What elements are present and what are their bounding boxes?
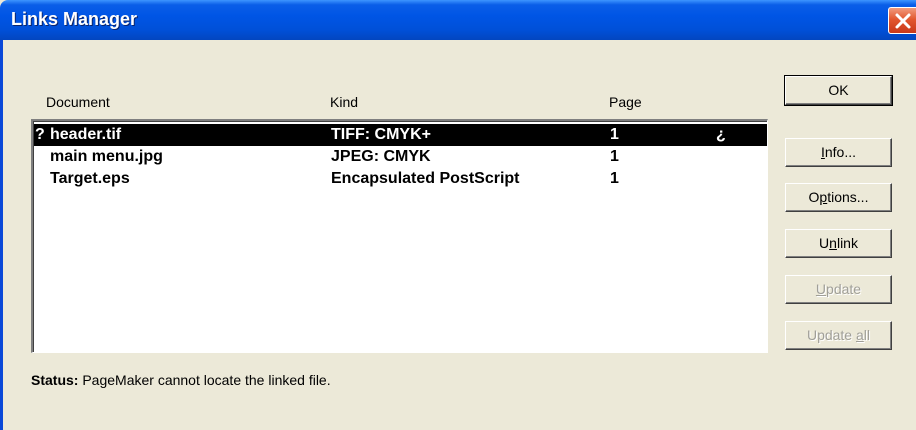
status-line: Status: PageMaker cannot locate the link… bbox=[31, 372, 331, 388]
status-message: PageMaker cannot locate the linked file. bbox=[82, 372, 331, 388]
update-button-mnemonic: U bbox=[815, 281, 827, 297]
unlink-button-label: link bbox=[836, 235, 858, 251]
close-button[interactable] bbox=[888, 7, 916, 34]
document-page: 1 bbox=[610, 170, 619, 187]
update-button-label: pdate bbox=[826, 281, 862, 297]
column-header-kind: Kind bbox=[330, 94, 359, 110]
document-kind: TIFF: CMYK+ bbox=[331, 126, 431, 143]
status-label: Status: bbox=[31, 372, 79, 388]
options-button-label-start: O bbox=[808, 189, 820, 205]
list-item[interactable]: main menu.jpg JPEG: CMYK 1 bbox=[34, 146, 767, 168]
title-bar[interactable]: Links Manager bbox=[0, 0, 916, 40]
info-button-label: nfo... bbox=[824, 144, 857, 160]
list-item[interactable]: Target.eps Encapsulated PostScript 1 bbox=[34, 168, 767, 190]
link-status-mark: ¿ bbox=[716, 126, 726, 143]
update-button[interactable]: Update bbox=[785, 275, 892, 304]
links-list[interactable]: ? header.tif TIFF: CMYK+ 1 ¿ main menu.j… bbox=[31, 119, 768, 353]
update-all-button[interactable]: Update all bbox=[785, 321, 892, 350]
document-page: 1 bbox=[610, 126, 619, 143]
options-button-label: tions... bbox=[827, 189, 869, 205]
unlink-button-mnemonic: n bbox=[829, 235, 837, 251]
column-header-page: Page bbox=[609, 94, 642, 110]
document-kind: JPEG: CMYK bbox=[331, 148, 431, 165]
ok-button-label: OK bbox=[828, 82, 849, 98]
list-item[interactable]: ? header.tif TIFF: CMYK+ 1 ¿ bbox=[34, 124, 767, 146]
update-all-button-label: ll bbox=[863, 327, 871, 343]
unlink-button-label-start: U bbox=[819, 235, 830, 251]
document-kind: Encapsulated PostScript bbox=[331, 170, 520, 187]
document-name: Target.eps bbox=[50, 170, 130, 187]
column-header-document: Document bbox=[46, 94, 110, 110]
unlink-button[interactable]: Unlink bbox=[785, 229, 892, 258]
update-all-button-mnemonic: a bbox=[856, 327, 864, 343]
missing-link-flag: ? bbox=[35, 126, 45, 143]
info-button[interactable]: Info... bbox=[785, 138, 892, 167]
ok-button[interactable]: OK bbox=[784, 75, 893, 106]
document-page: 1 bbox=[610, 148, 619, 165]
options-button[interactable]: Options... bbox=[785, 183, 892, 212]
close-icon bbox=[895, 13, 911, 29]
update-all-button-label-start: Update bbox=[806, 327, 856, 343]
document-name: header.tif bbox=[50, 126, 122, 143]
window-title: Links Manager bbox=[11, 9, 138, 29]
document-name: main menu.jpg bbox=[50, 148, 163, 165]
